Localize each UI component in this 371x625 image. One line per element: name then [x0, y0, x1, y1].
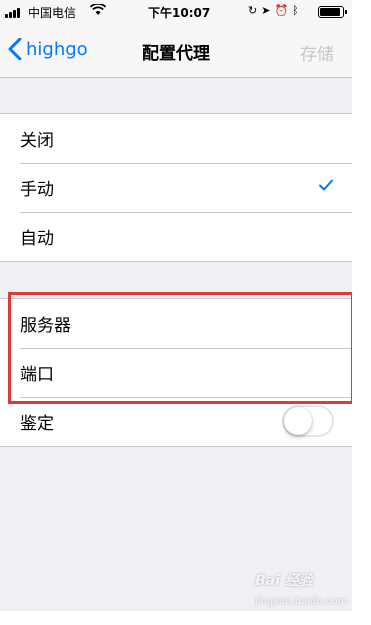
status-icons: ↻ ➤ ⏰ ᛒ [248, 4, 299, 17]
port-field[interactable]: 端口 [0, 348, 352, 397]
chevron-left-icon [8, 38, 22, 60]
server-label: 服务器 [20, 316, 71, 336]
proxy-mode-label: 关闭 [20, 131, 54, 151]
status-bar: 中国电信 下午10:07 ↻ ➤ ⏰ ᛒ [0, 0, 352, 22]
location-icon: ➤ [261, 4, 271, 17]
proxy-mode-manual[interactable]: 手动 [0, 163, 352, 212]
server-field[interactable]: 服务器 [0, 299, 352, 348]
nav-bar: highgo 配置代理 存储 [0, 22, 352, 78]
checkmark-icon [319, 179, 333, 191]
proxy-mode-label: 自动 [20, 229, 54, 249]
signal-icon [5, 8, 20, 18]
proxy-mode-group: 关闭 手动 自动 [0, 113, 352, 262]
alarm-icon: ⏰ [274, 4, 289, 17]
port-label: 端口 [20, 365, 54, 385]
authentication-row: 鉴定 [0, 397, 352, 446]
authentication-toggle[interactable] [282, 405, 334, 437]
back-label: highgo [26, 38, 88, 60]
authentication-label: 鉴定 [20, 414, 54, 434]
back-button[interactable]: highgo [8, 38, 88, 60]
proxy-mode-off[interactable]: 关闭 [0, 114, 352, 163]
orientation-lock-icon: ↻ [248, 4, 258, 17]
baidu-jingyan-watermark: Bai 经验 jingyan.baidu.com [255, 570, 371, 620]
watermark-url: jingyan.baidu.com [255, 596, 348, 607]
bluetooth-icon: ᛒ [292, 4, 299, 17]
battery-level [320, 8, 340, 16]
toggle-knob [284, 407, 312, 435]
status-time: 下午10:07 [148, 6, 211, 20]
manual-settings-group: 服务器 端口 鉴定 [0, 298, 352, 447]
carrier-label: 中国电信 [28, 6, 77, 20]
watermark-logo: Bai 经验 [255, 573, 313, 589]
wifi-icon [90, 4, 106, 15]
proxy-mode-auto[interactable]: 自动 [0, 212, 352, 261]
phone-screen: 中国电信 下午10:07 ↻ ➤ ⏰ ᛒ highgo 配置代理 存储 关闭 手… [0, 0, 352, 611]
battery-icon [318, 6, 347, 18]
save-button[interactable]: 存储 [300, 40, 334, 65]
proxy-mode-label: 手动 [20, 180, 54, 200]
